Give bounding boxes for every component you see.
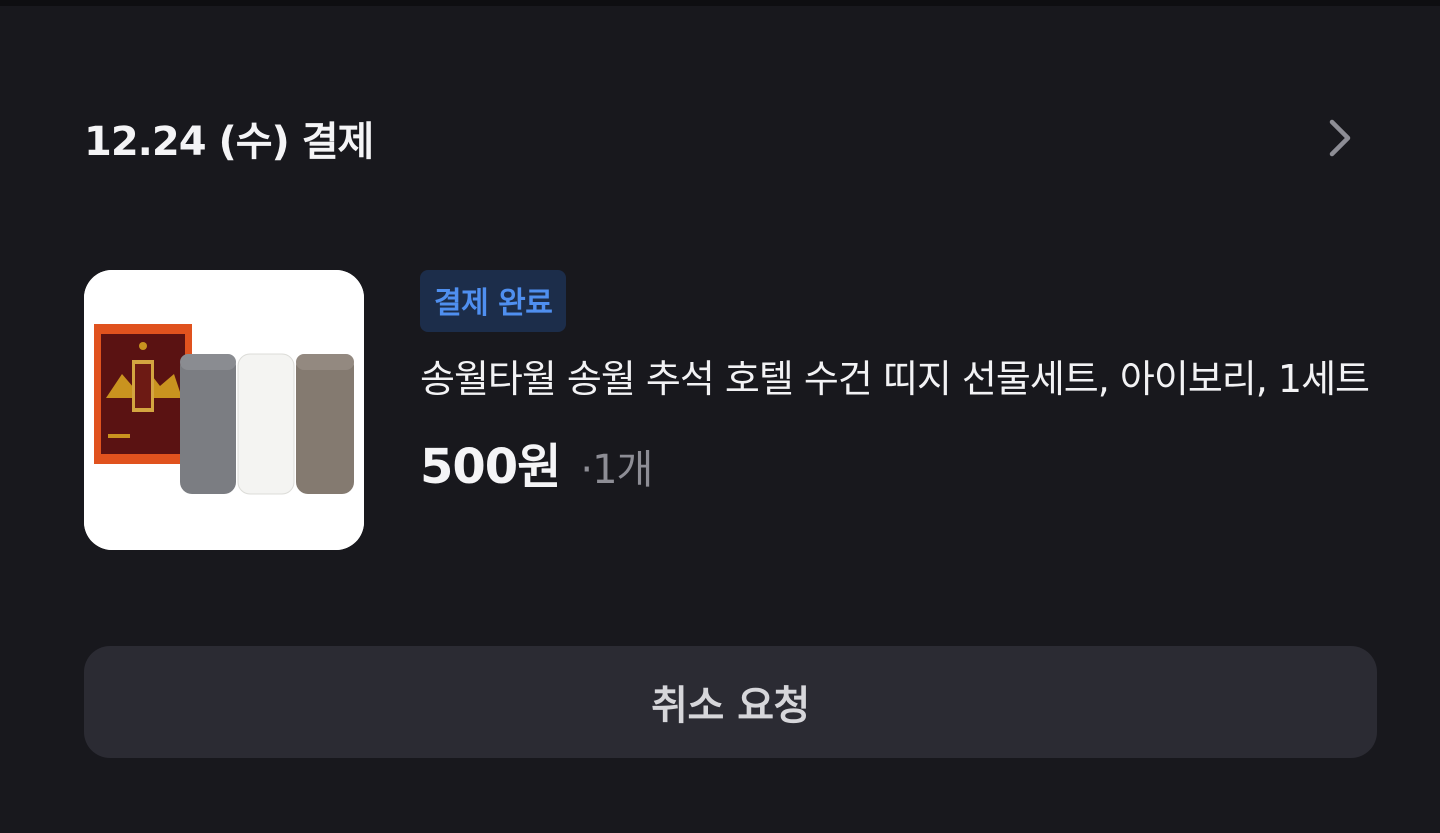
price-row: 500원 ·1개 [420, 427, 1400, 497]
order-date-title: 12.24 (수) 결제 [84, 119, 374, 165]
cancel-request-button[interactable]: 취소 요청 [84, 646, 1377, 758]
product-price: 500원 [420, 439, 561, 495]
status-badge: 결제 완료 [420, 270, 567, 332]
product-name[interactable]: 송월타월 송월 추석 호텔 수건 띠지 선물세트, 아이보리, 1세트 [420, 346, 1390, 413]
chevron-right-icon [1329, 119, 1351, 157]
product-thumbnail[interactable] [84, 270, 364, 550]
order-detail-link[interactable] [1320, 118, 1360, 158]
order-item-info: 결제 완료 송월타월 송월 추석 호텔 수건 띠지 선물세트, 아이보리, 1세… [420, 270, 1400, 497]
towel-gift-set-image [84, 270, 364, 550]
product-quantity: ·1개 [580, 447, 653, 493]
order-header: 12.24 (수) 결제 [84, 108, 1360, 168]
